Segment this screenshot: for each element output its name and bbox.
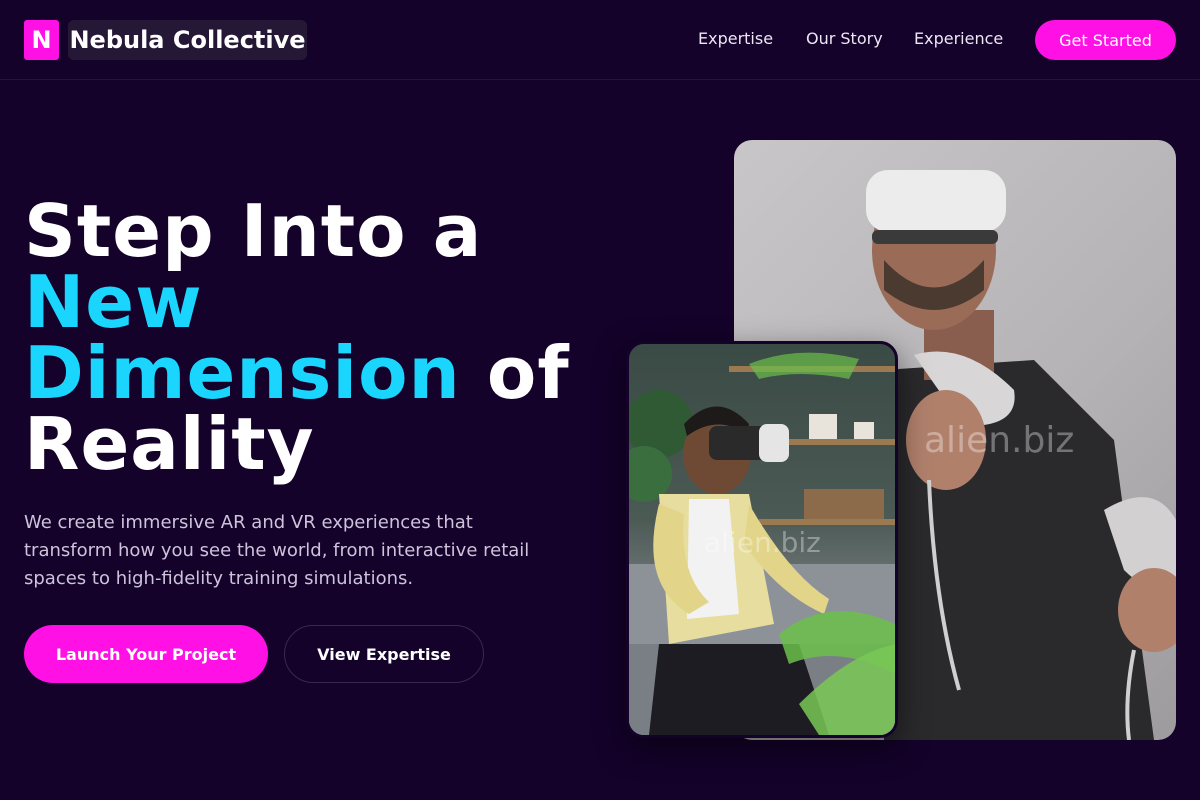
hero-title: Step Into a New Dimension of Reality: [24, 195, 624, 480]
hero-title-after-accent: of: [486, 331, 570, 415]
hero-description: We create immersive AR and VR experience…: [24, 512, 530, 589]
nav-link-expertise[interactable]: Expertise: [698, 29, 773, 48]
nav-link-our-story[interactable]: Our Story: [806, 29, 883, 48]
launch-project-button[interactable]: Launch Your Project: [24, 625, 268, 683]
brand-name[interactable]: Nebula Collective: [68, 20, 307, 60]
site-header: N Nebula Collective Expertise Our Story …: [0, 0, 1200, 80]
logo-mark[interactable]: N: [24, 20, 59, 60]
vr-user-photo-small: alien.biz: [626, 341, 898, 738]
watermark-small: alien.biz: [704, 526, 821, 559]
page: N Nebula Collective Expertise Our Story …: [0, 0, 1200, 800]
view-expertise-button[interactable]: View Expertise: [284, 625, 484, 683]
hero-title-accent: New Dimension: [24, 260, 461, 415]
get-started-button[interactable]: Get Started: [1035, 20, 1176, 60]
watermark-large: alien.biz: [924, 420, 1075, 461]
nav-link-experience[interactable]: Experience: [914, 29, 1003, 48]
hero-title-last: Reality: [24, 402, 315, 486]
